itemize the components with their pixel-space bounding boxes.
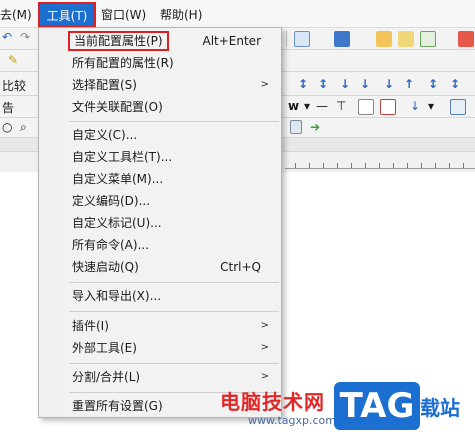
tool-icon[interactable]: [458, 31, 474, 47]
menu-item-label: 自定义标记(U)...: [72, 216, 162, 230]
page-icon[interactable]: [358, 99, 374, 115]
arrow-right-icon[interactable]: ➔: [310, 120, 320, 134]
left-fragment: 告: [2, 101, 15, 115]
menu-item-custom-markers[interactable]: 自定义标记(U)...: [39, 212, 281, 234]
menu-item-label: 分割/合并(L): [72, 370, 141, 384]
menu-item-label: 选择配置(S): [72, 78, 137, 92]
menu-item-label: 重置所有设置(G): [72, 399, 163, 413]
chevron-down-icon[interactable]: ▾: [304, 99, 310, 113]
toolbar-separator: [286, 31, 287, 47]
menu-item-plugins[interactable]: 插件(I) >: [39, 315, 281, 337]
menu-separator: [69, 121, 279, 122]
notes-icon[interactable]: [398, 31, 414, 47]
window-icon[interactable]: [450, 99, 466, 115]
menu-item-customize[interactable]: 自定义(C)...: [39, 124, 281, 146]
menu-item-customize-toolbar[interactable]: 自定义工具栏(T)...: [39, 146, 281, 168]
word-wrap-icon[interactable]: w: [288, 99, 299, 113]
document-icon[interactable]: [294, 31, 310, 47]
menu-item-all-commands[interactable]: 所有命令(A)...: [39, 234, 281, 256]
list-icon[interactable]: [290, 120, 302, 134]
menu-window[interactable]: 窗口(W): [101, 5, 146, 25]
menu-item-label: 自定义工具栏(T)...: [72, 150, 173, 164]
menu-separator: [69, 363, 279, 364]
tools-menu: 当前配置属性(P) Alt+Enter 所有配置的属性(R) 选择配置(S) >…: [38, 27, 282, 418]
checklist-icon[interactable]: [420, 31, 436, 47]
sort-za-icon[interactable]: ↕: [318, 77, 328, 91]
chevron-right-icon: >: [260, 79, 269, 90]
menu-item-define-encoding[interactable]: 定义编码(D)...: [39, 190, 281, 212]
menu-item-label: 所有配置的属性(R): [72, 56, 174, 70]
menu-item-label: 当前配置属性(P): [68, 31, 169, 51]
encoding-icon[interactable]: [334, 31, 350, 47]
redo-icon[interactable]: ↷: [20, 30, 30, 44]
undo-icon[interactable]: ↶: [2, 30, 12, 44]
sort-az-icon[interactable]: ↕: [298, 77, 308, 91]
menu-item-customize-menu[interactable]: 自定义菜单(M)...: [39, 168, 281, 190]
menu-item-file-association[interactable]: 文件关联配置(O): [39, 96, 281, 118]
edit-icon[interactable]: [376, 31, 392, 47]
menu-item-label: 外部工具(E): [72, 341, 137, 355]
watermark-url: www.tagxp.com: [248, 414, 336, 427]
sort-reverse-icon[interactable]: ↕: [450, 77, 460, 91]
menu-bar: 去(M) 工具(T) 窗口(W) 帮助(H): [0, 0, 475, 28]
menu-item-shortcut: Alt+Enter: [202, 34, 261, 48]
sort-length-icon[interactable]: ↓: [384, 77, 394, 91]
menu-separator: [69, 311, 279, 312]
sort-num-icon[interactable]: ↓: [340, 77, 350, 91]
menu-item-label: 快速启动(Q): [72, 260, 139, 274]
menu-item-import-export[interactable]: 导入和导出(X)...: [39, 285, 281, 307]
chevron-right-icon: >: [260, 320, 269, 331]
ruler: [285, 155, 475, 169]
menu-item-shortcut: Ctrl+Q: [220, 260, 261, 274]
sort-custom-icon[interactable]: ↕: [428, 77, 438, 91]
menu-item-split-merge[interactable]: 分割/合并(L) >: [39, 366, 281, 388]
watermark-logo-text: TAG: [339, 386, 415, 426]
menu-tools[interactable]: 工具(T): [38, 2, 96, 28]
cursor-icon[interactable]: ✎: [8, 53, 18, 67]
search-icon[interactable]: ⌕: [20, 120, 27, 135]
arrow-down-icon[interactable]: ↓: [410, 99, 420, 113]
zoom-icon[interactable]: ○: [2, 120, 12, 134]
menu-item-label: 自定义(C)...: [72, 128, 138, 142]
menu-go[interactable]: 去(M): [0, 5, 32, 25]
minus-icon[interactable]: —: [316, 99, 328, 113]
compare-label[interactable]: 比较: [2, 77, 26, 94]
sort-length-desc-icon[interactable]: ↑: [404, 77, 414, 91]
menu-help[interactable]: 帮助(H): [160, 5, 202, 25]
menu-item-external-tools[interactable]: 外部工具(E) >: [39, 337, 281, 359]
menu-item-quick-launch[interactable]: 快速启动(Q) Ctrl+Q: [39, 256, 281, 278]
menu-item-select-config[interactable]: 选择配置(S) >: [39, 74, 281, 96]
watermark-title: 电脑技术网: [220, 390, 325, 414]
menu-item-label: 定义编码(D)...: [72, 194, 151, 208]
menu-item-label: 文件关联配置(O): [72, 100, 163, 114]
menu-item-all-config-properties[interactable]: 所有配置的属性(R): [39, 52, 281, 74]
menu-item-current-config-properties[interactable]: 当前配置属性(P) Alt+Enter: [39, 30, 281, 52]
menu-item-label: 自定义菜单(M)...: [72, 172, 164, 186]
filter-icon[interactable]: ⊤: [336, 99, 346, 113]
chevron-right-icon: >: [260, 342, 269, 353]
sort-num-desc-icon[interactable]: ↓: [360, 77, 370, 91]
menu-item-label: 导入和导出(X)...: [72, 289, 162, 303]
chevron-down-icon[interactable]: ▾: [428, 99, 434, 113]
watermark-logo: TAG: [334, 382, 420, 430]
watermark-side-text: 载站: [420, 396, 460, 420]
chevron-right-icon: >: [260, 371, 269, 382]
menu-separator: [69, 282, 279, 283]
menu-item-label: 插件(I): [72, 319, 109, 333]
page-red-icon[interactable]: [380, 99, 396, 115]
menu-item-label: 所有命令(A)...: [72, 238, 150, 252]
